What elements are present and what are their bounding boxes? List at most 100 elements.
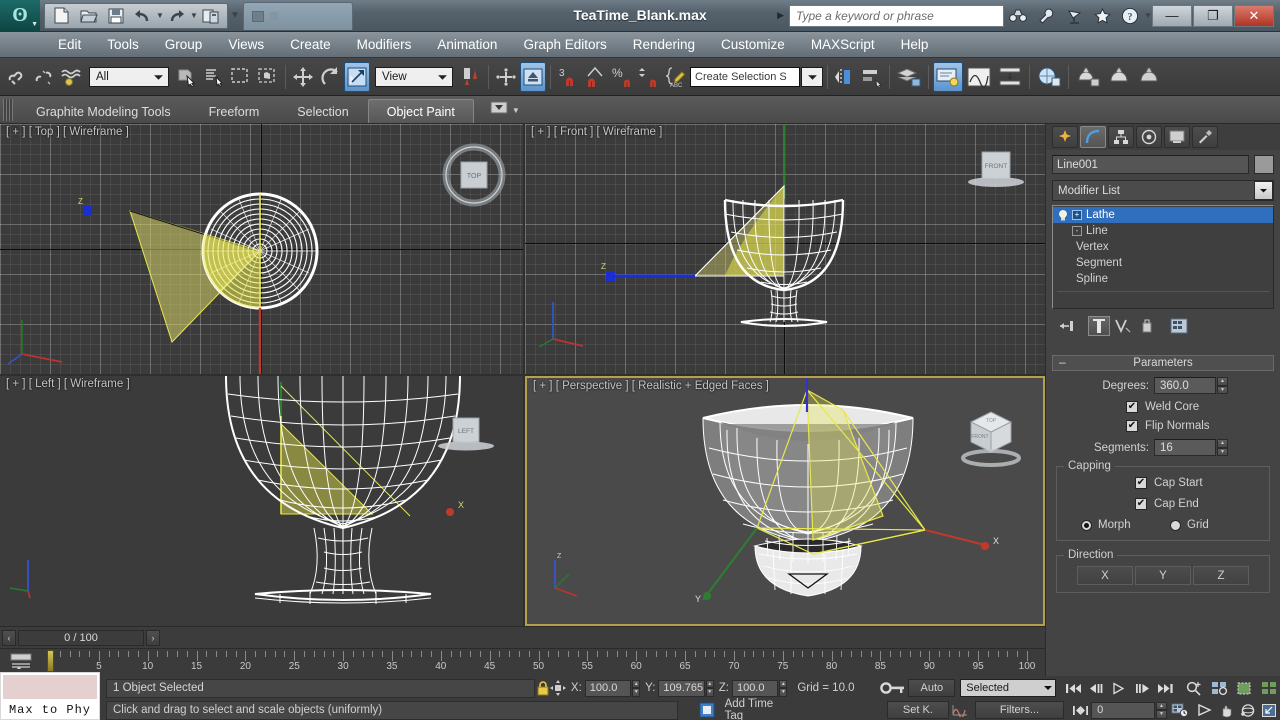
menu-item-tools[interactable]: Tools bbox=[94, 32, 152, 58]
previous-frame-button[interactable] bbox=[1085, 678, 1107, 698]
window-crossing-icon[interactable] bbox=[255, 62, 281, 92]
configure-modifier-sets-icon[interactable] bbox=[1168, 316, 1190, 336]
satellite-icon[interactable] bbox=[1060, 3, 1088, 29]
pin-stack-icon[interactable] bbox=[1056, 316, 1078, 336]
select-and-manipulate-icon[interactable] bbox=[493, 62, 519, 92]
polygon-modeling-icon[interactable] bbox=[490, 100, 508, 120]
menu-item-maxscript[interactable]: MAXScript bbox=[798, 32, 888, 58]
infocenter-expand-icon[interactable]: ▶ bbox=[772, 10, 789, 21]
add-time-tag-label[interactable]: Add Time Tag bbox=[725, 698, 793, 720]
help-icon[interactable]: ? bbox=[1116, 3, 1144, 29]
ribbon-drag-handle[interactable] bbox=[3, 99, 13, 121]
grid-radio[interactable] bbox=[1170, 519, 1181, 531]
star-icon[interactable] bbox=[1088, 3, 1116, 29]
next-frame-arrow[interactable]: › bbox=[146, 629, 160, 646]
display-tab[interactable] bbox=[1164, 126, 1190, 148]
menu-item-rendering[interactable]: Rendering bbox=[620, 32, 708, 58]
search-input[interactable]: Type a keyword or phrase bbox=[789, 4, 1004, 27]
percent-snap-toggle-icon[interactable]: % bbox=[609, 62, 635, 92]
add-time-tag-icon[interactable] bbox=[697, 702, 716, 718]
field-of-view-icon[interactable] bbox=[1195, 700, 1216, 720]
select-by-name-icon[interactable] bbox=[201, 62, 227, 92]
coord-y-field[interactable]: 109.765 bbox=[658, 679, 705, 697]
snaps-toggle-icon[interactable]: 3 bbox=[555, 62, 581, 92]
render-setup-icon[interactable] bbox=[1073, 62, 1103, 92]
segments-field[interactable]: 16 bbox=[1154, 439, 1216, 456]
menu-item-customize[interactable]: Customize bbox=[708, 32, 798, 58]
track-bar[interactable]: 5 10 15 20 25 30 35 40 45 50 55 60 65 70 75 80 85 90 95 100 bbox=[0, 648, 1045, 676]
menu-item-group[interactable]: Group bbox=[152, 32, 216, 58]
align-icon[interactable] bbox=[859, 62, 885, 92]
cap-start-checkbox[interactable]: ✔ bbox=[1135, 477, 1147, 489]
angle-snap-toggle-icon[interactable] bbox=[582, 62, 608, 92]
select-object-icon[interactable] bbox=[174, 62, 200, 92]
show-end-result-icon[interactable] bbox=[1088, 316, 1110, 336]
key-mode-toggle-icon[interactable] bbox=[877, 681, 909, 695]
coord-x-field[interactable]: 100.0 bbox=[584, 679, 632, 697]
ribbon-tab-graphite-modeling-tools[interactable]: Graphite Modeling Tools bbox=[17, 99, 190, 123]
schematic-view-icon[interactable] bbox=[995, 62, 1025, 92]
menu-item-graph-editors[interactable]: Graph Editors bbox=[510, 32, 619, 58]
render-production-icon[interactable] bbox=[1135, 62, 1165, 92]
go-to-start-button[interactable] bbox=[1062, 678, 1084, 698]
degrees-spinner[interactable]: ▲ ▼ bbox=[1217, 377, 1228, 394]
current-frame-spinner[interactable]: ▲ ▼ bbox=[1156, 701, 1167, 719]
redo-dropdown-icon[interactable]: ▼ bbox=[190, 11, 198, 20]
ribbon-tab-object-paint[interactable]: Object Paint bbox=[367, 99, 474, 123]
ribbon-tab-selection[interactable]: Selection bbox=[278, 99, 367, 123]
max-to-physical-swatch[interactable]: Max to Phy bbox=[0, 672, 100, 720]
named-selection-sets-field[interactable]: Create Selection S bbox=[690, 66, 800, 87]
key-mode-toggle-button[interactable] bbox=[1070, 700, 1091, 720]
minimize-window-button[interactable]: — bbox=[1152, 4, 1192, 27]
hierarchy-tab[interactable] bbox=[1108, 126, 1134, 148]
rendered-frame-window-icon[interactable] bbox=[1104, 62, 1134, 92]
color-swatch[interactable] bbox=[3, 675, 97, 699]
key-filters-button[interactable]: Filters... bbox=[975, 701, 1064, 719]
select-and-scale-icon[interactable] bbox=[344, 61, 370, 92]
segments-spinner[interactable]: ▲ ▼ bbox=[1217, 439, 1228, 456]
save-file-button[interactable] bbox=[102, 5, 129, 27]
edit-named-selection-sets-icon[interactable]: ABC bbox=[663, 62, 689, 92]
selection-filter-combo[interactable]: All bbox=[89, 66, 169, 87]
viewport-perspective-label[interactable]: [ + ] [ Perspective ] [ Realistic + Edge… bbox=[533, 380, 769, 392]
spinner-snap-toggle-icon[interactable] bbox=[636, 62, 662, 92]
view-cube-top-icon[interactable]: TOP bbox=[439, 142, 509, 212]
expand-modifier-icon[interactable]: + bbox=[1072, 210, 1082, 220]
cap-end-checkbox[interactable]: ✔ bbox=[1135, 498, 1147, 510]
app-menu-chevron-icon[interactable]: ▼ bbox=[31, 21, 38, 28]
remove-modifier-icon[interactable] bbox=[1136, 316, 1158, 336]
utilities-tab[interactable] bbox=[1192, 126, 1218, 148]
menu-item-create[interactable]: Create bbox=[277, 32, 344, 58]
menu-item-edit[interactable]: Edit bbox=[45, 32, 94, 58]
key-curve-icon[interactable] bbox=[949, 703, 972, 717]
coord-x-spinner[interactable]: ▲ ▼ bbox=[632, 679, 641, 697]
select-and-rotate-icon[interactable] bbox=[317, 62, 343, 92]
select-and-move-icon[interactable] bbox=[290, 62, 316, 92]
viewport-front-label[interactable]: [ + ] [ Front ] [ Wireframe ] bbox=[531, 126, 662, 138]
chevron-down-icon[interactable] bbox=[1254, 181, 1273, 200]
close-window-button[interactable]: ✕ bbox=[1234, 4, 1274, 27]
time-configuration-icon[interactable] bbox=[1170, 700, 1191, 720]
view-cube-front-icon[interactable]: FRONT bbox=[961, 142, 1031, 212]
sub-object-level-segment[interactable]: Segment bbox=[1053, 255, 1273, 271]
object-name-field[interactable]: Line001 bbox=[1052, 155, 1249, 174]
direction-x-button[interactable]: X bbox=[1077, 566, 1133, 585]
open-mini-curve-editor-icon[interactable] bbox=[10, 653, 32, 671]
redo-button[interactable] bbox=[163, 5, 190, 27]
set-key-button[interactable]: Set K. bbox=[886, 701, 949, 719]
key-selection-combo[interactable]: Selected bbox=[960, 679, 1056, 697]
curve-editor-icon[interactable] bbox=[964, 62, 994, 92]
absolute-mode-transform-icon[interactable] bbox=[549, 680, 566, 696]
app-logo[interactable]: ʘ ▼ bbox=[0, 0, 40, 32]
coord-y-spinner[interactable]: ▲ ▼ bbox=[705, 679, 714, 697]
morph-radio[interactable] bbox=[1081, 519, 1092, 531]
menu-item-modifiers[interactable]: Modifiers bbox=[344, 32, 425, 58]
material-editor-icon[interactable] bbox=[1034, 62, 1064, 92]
make-unique-icon[interactable] bbox=[1112, 316, 1134, 336]
next-frame-button[interactable] bbox=[1131, 678, 1153, 698]
modifier-stack-item-line[interactable]: - Line bbox=[1053, 223, 1273, 239]
undo-button[interactable] bbox=[129, 5, 156, 27]
new-file-button[interactable] bbox=[48, 5, 75, 27]
viewport-top[interactable]: Z [+] [Top] [Wireframe] TOP bbox=[0, 124, 523, 374]
wrench-icon[interactable] bbox=[1032, 3, 1060, 29]
